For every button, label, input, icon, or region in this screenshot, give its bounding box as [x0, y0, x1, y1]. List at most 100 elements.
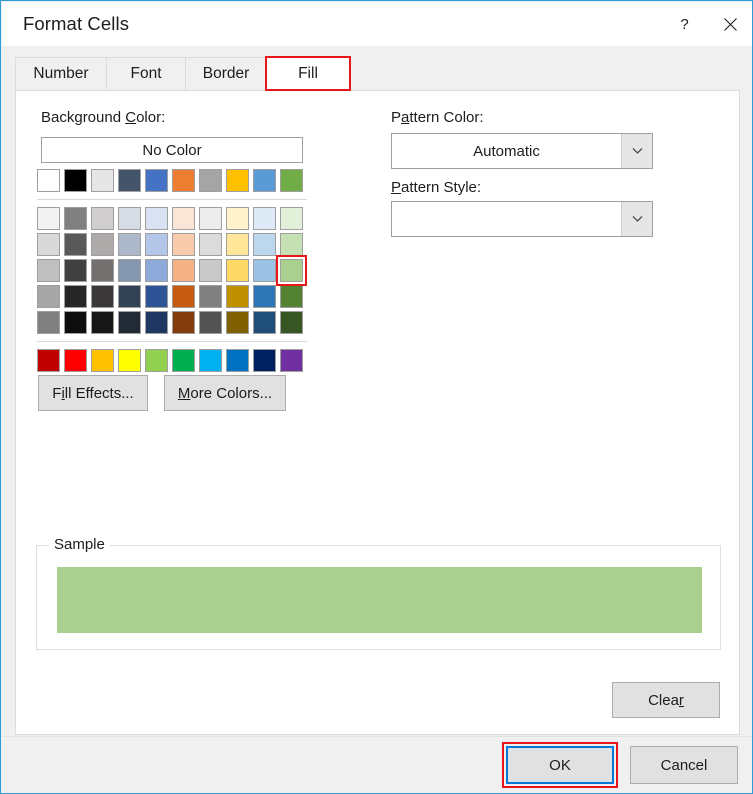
tint-shade-swatch-4-9[interactable] [280, 311, 303, 334]
tint-shade-swatch-0-4[interactable] [145, 207, 168, 230]
standard-color-swatch-5[interactable] [172, 349, 195, 372]
theme-color-swatch-5[interactable] [172, 169, 195, 192]
theme-color-swatch-6[interactable] [199, 169, 222, 192]
pattern-style-label: Pattern Style: [391, 179, 481, 196]
tint-shade-swatch-0-8[interactable] [253, 207, 276, 230]
tint-shade-swatch-4-6[interactable] [199, 311, 222, 334]
tint-shade-swatch-2-1[interactable] [64, 259, 87, 282]
fill-effects-button[interactable]: Fi ll Effects... [38, 375, 148, 411]
tint-shade-swatch-4-1[interactable] [64, 311, 87, 334]
tint-shade-swatch-1-3[interactable] [118, 233, 141, 256]
tint-shade-swatch-1-9[interactable] [280, 233, 303, 256]
tint-shade-swatch-2-8[interactable] [253, 259, 276, 282]
standard-color-swatch-2[interactable] [91, 349, 114, 372]
tint-shade-swatch-3-5[interactable] [172, 285, 195, 308]
theme-color-swatch-7[interactable] [226, 169, 249, 192]
tab-number[interactable]: Number [15, 57, 107, 90]
tint-shade-swatch-3-4[interactable] [145, 285, 168, 308]
standard-color-swatch-6[interactable] [199, 349, 222, 372]
tint-shade-swatch-2-5[interactable] [172, 259, 195, 282]
tint-shade-swatch-1-0[interactable] [37, 233, 60, 256]
tint-shade-swatch-1-8[interactable] [253, 233, 276, 256]
tint-shade-swatch-3-2[interactable] [91, 285, 114, 308]
tint-shade-swatch-2-0[interactable] [37, 259, 60, 282]
standard-color-swatch-7[interactable] [226, 349, 249, 372]
theme-color-swatch-1[interactable] [64, 169, 87, 192]
theme-color-swatch-9[interactable] [280, 169, 303, 192]
tint-shade-swatch-4-7[interactable] [226, 311, 249, 334]
chevron-down-icon[interactable] [621, 134, 652, 168]
tint-shade-swatch-3-8[interactable] [253, 285, 276, 308]
title-bar: Format Cells ? [2, 2, 752, 46]
tint-shade-swatch-3-9[interactable] [280, 285, 303, 308]
help-button[interactable]: ? [661, 2, 707, 46]
tint-shade-swatch-2-6[interactable] [199, 259, 222, 282]
fill-effects-pre: F [52, 384, 62, 402]
tint-shade-swatch-0-0[interactable] [37, 207, 60, 230]
theme-color-swatch-8[interactable] [253, 169, 276, 192]
tint-shade-swatch-4-4[interactable] [145, 311, 168, 334]
tab-fill[interactable]: Fill [265, 56, 351, 91]
tint-shade-swatch-2-2[interactable] [91, 259, 114, 282]
palette-row-standard [37, 349, 307, 372]
palette-divider-top [37, 199, 307, 200]
standard-color-swatch-9[interactable] [280, 349, 303, 372]
pattern-color-label-post: ttern Color: [409, 109, 484, 126]
tint-shade-swatch-4-5[interactable] [172, 311, 195, 334]
tint-shade-swatch-2-9[interactable] [276, 255, 307, 286]
ok-button[interactable]: OK [506, 746, 614, 784]
theme-color-swatch-2[interactable] [91, 169, 114, 192]
standard-color-swatch-0[interactable] [37, 349, 60, 372]
pattern-color-label-pre: P [391, 109, 402, 126]
tint-shade-swatch-1-5[interactable] [172, 233, 195, 256]
tint-shade-swatch-0-6[interactable] [199, 207, 222, 230]
pattern-color-dropdown[interactable]: Automatic [391, 133, 653, 169]
tint-shade-swatch-3-6[interactable] [199, 285, 222, 308]
tab-border[interactable]: Border [185, 57, 267, 90]
standard-color-swatch-3[interactable] [118, 349, 141, 372]
tab-font[interactable]: Font [106, 57, 186, 90]
tint-shade-swatch-4-2[interactable] [91, 311, 114, 334]
clear-button[interactable]: Clea r [612, 682, 720, 718]
standard-color-swatch-1[interactable] [64, 349, 87, 372]
tint-shade-swatch-0-3[interactable] [118, 207, 141, 230]
tint-shade-swatch-4-8[interactable] [253, 311, 276, 334]
more-colors-button[interactable]: More Colors... [164, 375, 286, 411]
tint-shade-swatch-0-7[interactable] [226, 207, 249, 230]
sample-preview [57, 567, 702, 633]
close-button[interactable] [707, 2, 752, 46]
standard-color-swatch-8[interactable] [253, 349, 276, 372]
tint-shade-swatch-1-2[interactable] [91, 233, 114, 256]
pattern-style-dropdown[interactable] [391, 201, 653, 237]
standard-color-swatch-4[interactable] [145, 349, 168, 372]
tab-strip: Number Font Border Fill [2, 46, 752, 91]
tint-shade-swatch-3-7[interactable] [226, 285, 249, 308]
tint-shade-swatch-0-1[interactable] [64, 207, 87, 230]
palette-row-theme [37, 169, 307, 192]
pattern-color-value: Automatic [473, 142, 540, 160]
theme-color-swatch-4[interactable] [145, 169, 168, 192]
tint-shade-swatch-1-4[interactable] [145, 233, 168, 256]
tint-shade-swatch-1-1[interactable] [64, 233, 87, 256]
tint-shade-swatch-0-5[interactable] [172, 207, 195, 230]
chevron-down-icon[interactable] [621, 202, 652, 236]
theme-color-swatch-0[interactable] [37, 169, 60, 192]
clear-label-accel: r [678, 691, 684, 709]
no-color-button[interactable]: No Color [41, 137, 303, 163]
tint-shade-swatch-0-9[interactable] [280, 207, 303, 230]
tint-shade-swatch-1-7[interactable] [226, 233, 249, 256]
tab-border-label: Border [202, 65, 250, 82]
tint-shade-swatch-3-1[interactable] [64, 285, 87, 308]
tint-shade-swatch-2-3[interactable] [118, 259, 141, 282]
theme-color-swatch-3[interactable] [118, 169, 141, 192]
tint-shade-swatch-3-0[interactable] [37, 285, 60, 308]
tint-shade-swatch-2-7[interactable] [226, 259, 249, 282]
tint-shade-swatch-4-0[interactable] [37, 311, 60, 334]
tint-shade-swatch-1-6[interactable] [199, 233, 222, 256]
tint-shade-swatch-2-4[interactable] [145, 259, 168, 282]
tint-shade-swatch-3-3[interactable] [118, 285, 141, 308]
tint-shade-swatch-0-2[interactable] [91, 207, 114, 230]
cancel-button[interactable]: Cancel [630, 746, 738, 784]
tint-shade-swatch-4-3[interactable] [118, 311, 141, 334]
tab-number-label: Number [33, 65, 89, 82]
